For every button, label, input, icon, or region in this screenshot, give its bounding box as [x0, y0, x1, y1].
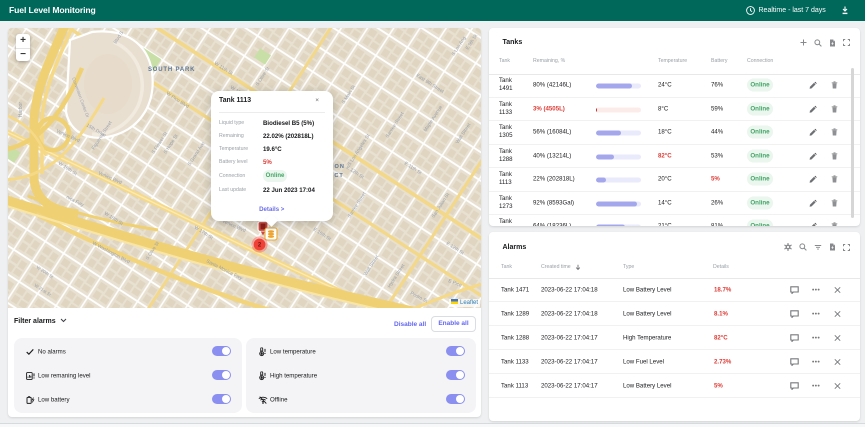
svg-text:Harbor: Harbor	[18, 102, 24, 118]
svg-text:SOUTH PARK: SOUTH PARK	[148, 67, 195, 73]
